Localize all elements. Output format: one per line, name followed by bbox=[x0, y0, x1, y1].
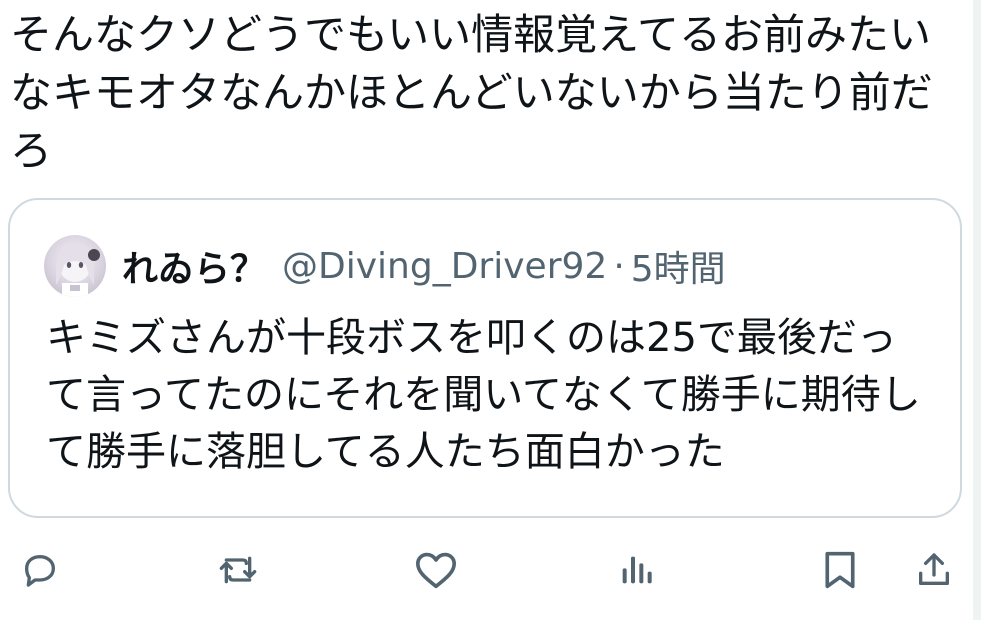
quoted-author-name[interactable]: れゐら？ bbox=[122, 240, 266, 292]
bookmark-button[interactable] bbox=[810, 540, 870, 600]
quoted-post-header: れゐら？ @Diving_Driver92 · 5時間 bbox=[44, 234, 726, 298]
share-icon bbox=[914, 550, 954, 590]
views-icon bbox=[614, 550, 658, 590]
post-text: そんなクソどうでもいい情報覚えてるお前みたいなキモオタなんかほとんどいないから当… bbox=[10, 10, 933, 175]
avatar[interactable] bbox=[44, 235, 106, 297]
action-bar bbox=[0, 540, 981, 610]
repost-icon bbox=[216, 550, 260, 590]
heart-icon bbox=[414, 550, 458, 590]
reply-button[interactable] bbox=[10, 540, 70, 600]
repost-button[interactable] bbox=[208, 540, 268, 600]
views-button[interactable] bbox=[606, 540, 666, 600]
quoted-author-handle[interactable]: @Diving_Driver92 bbox=[282, 246, 607, 287]
separator-dot: · bbox=[613, 245, 625, 287]
quoted-post-text: キミズさんが十段ボスを叩くのは25で最後だって言ってたのにそれを聞いてなくて勝手… bbox=[46, 315, 921, 475]
quoted-post-time[interactable]: 5時間 bbox=[631, 240, 726, 292]
bookmark-icon bbox=[820, 548, 860, 592]
share-button[interactable] bbox=[904, 540, 964, 600]
quoted-post-card[interactable]: れゐら？ @Diving_Driver92 · 5時間 キミズさんが十段ボスを叩… bbox=[8, 198, 962, 518]
like-button[interactable] bbox=[406, 540, 466, 600]
scrollbar-track bbox=[973, 0, 981, 620]
reply-icon bbox=[20, 550, 60, 590]
